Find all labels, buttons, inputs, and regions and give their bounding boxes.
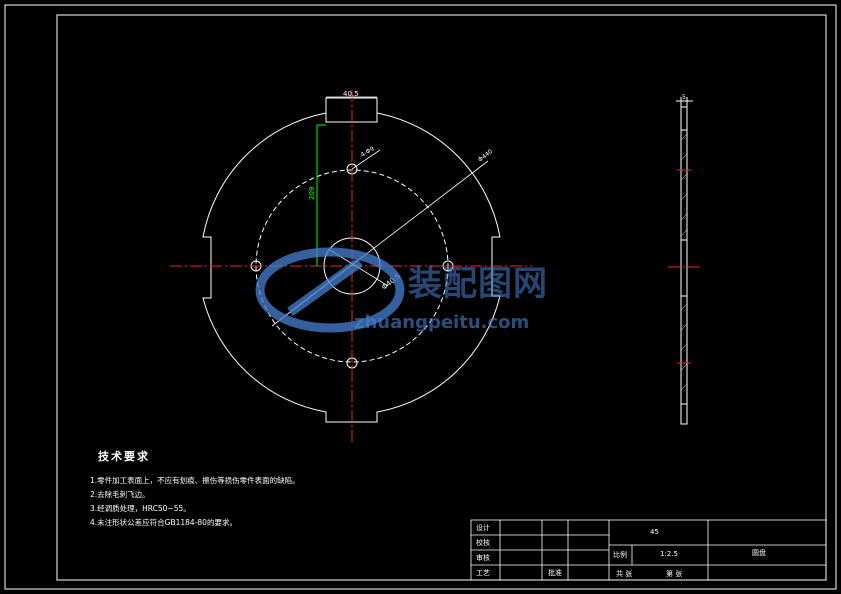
title-block [470, 519, 827, 581]
tb-scale-label: 比例 [613, 551, 627, 559]
tb-scale-value: 1:2.5 [660, 550, 678, 558]
tb-process-label: 工艺 [476, 569, 490, 577]
side-hatch [680, 133, 688, 391]
tb-approve-label: 批准 [548, 569, 562, 577]
tb-review-label: 审核 [476, 554, 490, 562]
requirements-title: 技术要求 [98, 450, 150, 463]
dim-height: 209 [308, 187, 316, 200]
tb-check-label: 校核 [476, 539, 490, 547]
tb-sheet-no: 第 张 [666, 570, 683, 578]
requirement-item: 1.零件加工表面上，不应有划痕、擦伤等损伤零件表面的缺陷。 [90, 476, 300, 485]
requirement-item: 4.未注形状公差应符合GB1184-80的要求。 [90, 518, 237, 527]
tb-part-name: 圆盘 [752, 549, 766, 557]
tb-design-label: 设计 [476, 524, 490, 532]
tb-material: 45 [650, 528, 659, 536]
height-dimension [316, 124, 326, 266]
watermark-url: zhuangpeitu.com [354, 312, 530, 333]
watermark-brand: 装配图网 [408, 264, 548, 304]
dim-thickness: 5 [682, 94, 686, 101]
tb-sheets-total: 共 张 [616, 570, 633, 578]
requirement-item: 3.经调质处理，HRC50~55。 [90, 504, 191, 513]
dim-slot-width: 40.5 [343, 90, 359, 98]
disc-side-view [676, 97, 693, 425]
requirement-item: 2.去除毛刺飞边。 [90, 490, 150, 499]
dim-holes: 4-Φ9 [360, 145, 376, 158]
dim-outer: Φ440 [477, 148, 494, 164]
